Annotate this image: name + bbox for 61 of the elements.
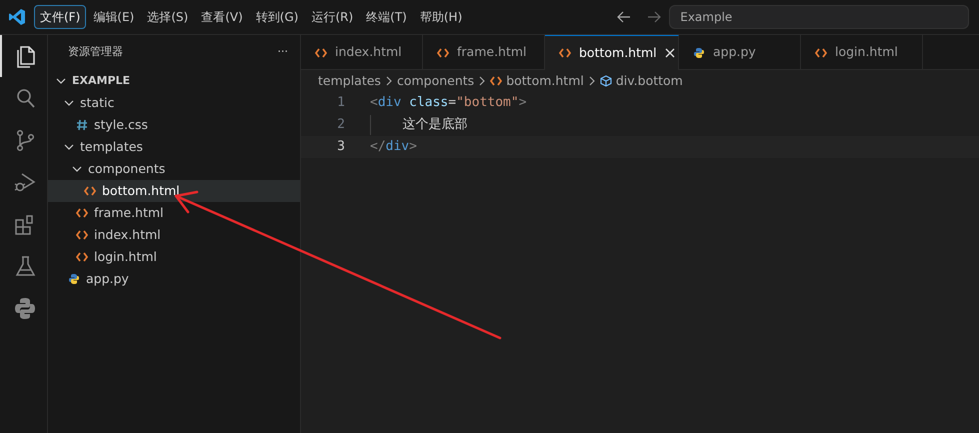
python-icon <box>693 46 705 58</box>
breadcrumb-item[interactable]: components <box>396 72 474 90</box>
file-item[interactable]: frame.html <box>48 202 300 224</box>
code-brackets-icon <box>315 46 327 58</box>
menu-item[interactable]: 运行(R) <box>305 5 360 29</box>
search-field[interactable]: Example <box>669 5 970 29</box>
editor-tab[interactable]: bottom.html <box>545 35 679 70</box>
editor-tab[interactable]: login.html <box>801 35 923 70</box>
breadcrumb-item[interactable]: div.bottom <box>616 72 683 90</box>
back-arrow-icon <box>617 11 632 23</box>
code-brackets-icon <box>84 185 96 197</box>
code-line: <div class="bottom"> <box>370 94 527 112</box>
python-icon <box>68 273 80 285</box>
file-item[interactable]: login.html <box>48 246 300 268</box>
file-item[interactable]: app.py <box>48 268 300 290</box>
flask-icon[interactable] <box>13 254 37 278</box>
close-icon[interactable] <box>664 48 675 58</box>
sidebar-title: 资源管理器 <box>68 44 123 60</box>
line-number: 2 <box>336 116 345 134</box>
code-brackets-icon <box>490 75 502 87</box>
chevron-right-icon <box>384 76 393 86</box>
menu-item[interactable]: 编辑(E) <box>87 5 140 29</box>
code-line: </div> <box>370 138 417 156</box>
workspace-header[interactable]: EXAMPLE <box>48 70 300 92</box>
chevron-down-icon <box>64 98 74 108</box>
file-item[interactable]: index.html <box>48 224 300 246</box>
folder-item[interactable]: components <box>48 158 300 180</box>
forward-arrow-icon <box>647 11 662 23</box>
code-brackets-icon <box>437 46 449 58</box>
editor-tab[interactable]: index.html <box>301 35 423 70</box>
code-brackets-icon <box>559 47 571 59</box>
menu-item[interactable]: 选择(S) <box>141 5 194 29</box>
menu-item[interactable]: 文件(F) <box>34 5 86 29</box>
cube-icon <box>600 75 612 87</box>
chevron-right-icon <box>478 76 486 86</box>
chevron-down-icon <box>56 76 66 86</box>
menu-item[interactable]: 转到(G) <box>250 5 304 29</box>
menu-item[interactable]: 终端(T) <box>360 5 413 29</box>
menu-item[interactable]: 查看(V) <box>195 5 249 29</box>
line-number: 1 <box>336 94 345 112</box>
editor-tab[interactable]: app.py <box>679 35 801 70</box>
chevron-down-icon <box>72 164 82 174</box>
app-logo-icon <box>8 8 26 26</box>
breadcrumb-item[interactable]: bottom.html <box>506 72 584 90</box>
code-brackets-icon <box>76 207 88 219</box>
code-line: 这个是底部 <box>370 115 468 135</box>
python-icon[interactable] <box>13 296 37 320</box>
code-brackets-icon <box>76 229 88 241</box>
folder-item[interactable]: static <box>48 92 300 114</box>
file-item[interactable]: style.css <box>48 114 300 136</box>
more-actions-button[interactable]: ··· <box>278 44 288 61</box>
hash-icon <box>76 119 88 131</box>
chevron-right-icon <box>588 76 596 86</box>
code-brackets-icon <box>815 46 827 58</box>
chevron-down-icon <box>64 142 74 152</box>
folder-item[interactable]: templates <box>48 136 300 158</box>
code-brackets-icon <box>76 251 88 263</box>
line-number: 3 <box>336 138 345 156</box>
file-item[interactable]: bottom.html <box>48 180 300 202</box>
menu-item[interactable]: 帮助(H) <box>414 5 468 29</box>
breadcrumb-item[interactable]: templates <box>318 72 381 90</box>
